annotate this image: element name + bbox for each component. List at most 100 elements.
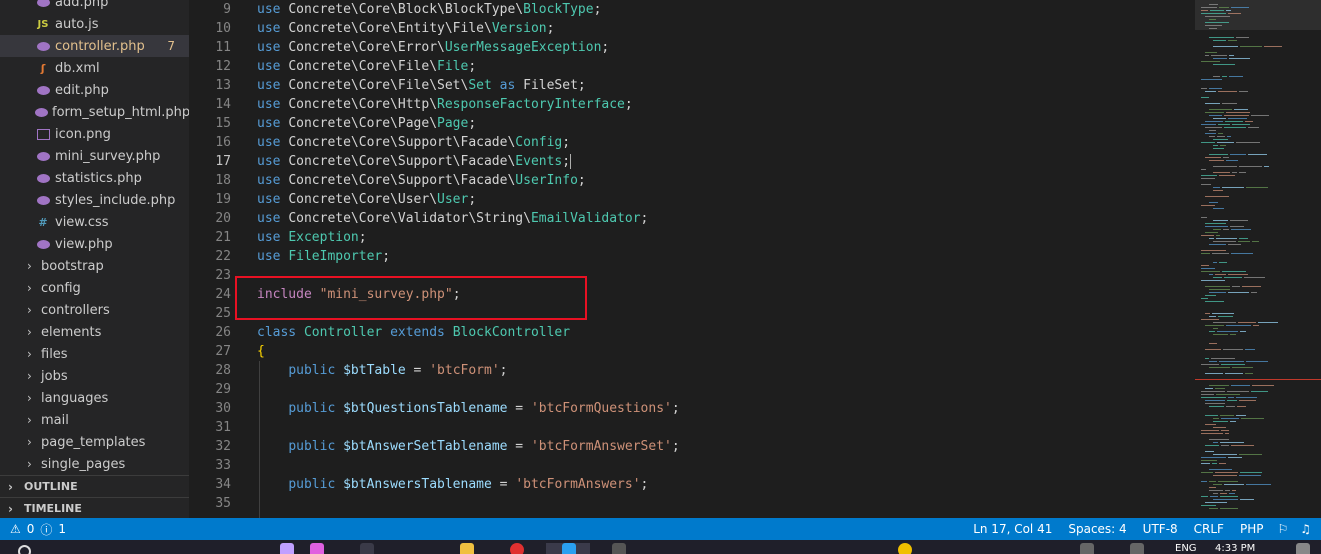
code-line[interactable]: use FileImporter;: [257, 247, 680, 266]
folder-item[interactable]: › page_templates: [0, 431, 189, 453]
folder-item[interactable]: › files: [0, 343, 189, 365]
code-line[interactable]: use Concrete\Core\Support\Facade\Config;: [257, 133, 680, 152]
code-line[interactable]: use Concrete\Core\Entity\File\Version;: [257, 19, 680, 38]
code-line[interactable]: use Concrete\Core\File\Set\Set as FileSe…: [257, 76, 680, 95]
file-name: add.php: [55, 0, 109, 10]
code-line[interactable]: public $btQuestionsTablename = 'btcFormQ…: [257, 399, 679, 418]
input-language[interactable]: ENG: [1175, 543, 1197, 554]
code-line[interactable]: use Concrete\Core\Support\Facade\Events;: [257, 152, 680, 171]
clock[interactable]: 4:33 PM: [1215, 543, 1255, 554]
timeline-panel-header[interactable]: › TIMELINE: [0, 497, 189, 519]
folder-item[interactable]: › jobs: [0, 365, 189, 387]
end-of-line[interactable]: CRLF: [1194, 522, 1224, 536]
minimap-line: [1201, 298, 1208, 299]
file-item[interactable]: controller.php 7: [0, 35, 189, 57]
file-item[interactable]: add.php: [0, 0, 189, 13]
minimap-line: [1209, 130, 1216, 131]
notification-icon[interactable]: [1296, 543, 1310, 554]
minimap-line: [1209, 244, 1226, 245]
code-line[interactable]: public $btAnswersTablename = 'btcFormAns…: [257, 475, 680, 494]
folder-item[interactable]: › languages: [0, 387, 189, 409]
language-mode[interactable]: PHP: [1240, 522, 1264, 536]
minimap-line: [1212, 253, 1229, 254]
minimap-line: [1205, 121, 1223, 122]
code-line[interactable]: [257, 494, 680, 513]
code-line[interactable]: use Exception;: [257, 228, 680, 247]
code-line[interactable]: use Concrete\Core\Error\UserMessageExcep…: [257, 38, 680, 57]
folder-item[interactable]: › elements: [0, 321, 189, 343]
folder-item[interactable]: › single_pages: [0, 453, 189, 475]
minimap-line: [1246, 484, 1271, 485]
cursor-position[interactable]: Ln 17, Col 41: [973, 522, 1052, 536]
code-line[interactable]: use Concrete\Core\Support\Facade\UserInf…: [257, 171, 680, 190]
code-line[interactable]: public $btAnswerSetTablename = 'btcFormA…: [257, 437, 679, 456]
outline-panel-header[interactable]: › OUTLINE: [0, 475, 189, 497]
minimap-line: [1264, 46, 1282, 47]
code-line[interactable]: public $btTable = 'btcForm';: [257, 361, 680, 380]
minimap[interactable]: [1195, 0, 1321, 518]
code-line[interactable]: [257, 456, 680, 475]
code-editor[interactable]: 9 10 11 12 13 14 15 16 17 18 19 20 21 22 23 24 25 26 27 28 2…: [189, 0, 1195, 518]
minimap-line: [1224, 277, 1242, 278]
line-number: 22: [215, 249, 231, 264]
code-lines[interactable]: use Concrete\Core\Block\BlockType\BlockT…: [257, 0, 680, 513]
minimap-line: [1228, 13, 1241, 14]
code-line[interactable]: [257, 418, 680, 437]
minimap-line: [1238, 322, 1256, 323]
app-icon[interactable]: [310, 543, 324, 554]
file-item[interactable]: view.php: [0, 233, 189, 255]
file-item[interactable]: edit.php: [0, 79, 189, 101]
line-number: 29: [215, 382, 231, 397]
app-icon[interactable]: [612, 543, 626, 554]
folder-icon[interactable]: [460, 543, 474, 554]
feedback-icon[interactable]: ⚐: [1277, 522, 1288, 536]
code-line[interactable]: use Concrete\Core\Http\ResponseFactoryIn…: [257, 95, 680, 114]
code-line[interactable]: {: [257, 342, 680, 361]
app-icon[interactable]: [898, 543, 912, 554]
code-line[interactable]: use Concrete\Core\Block\BlockType\BlockT…: [257, 0, 680, 19]
info-icon[interactable]: ⓘ: [40, 521, 52, 538]
folder-item[interactable]: › bootstrap: [0, 255, 189, 277]
minimap-line: [1230, 220, 1248, 221]
file-item[interactable]: statistics.php: [0, 167, 189, 189]
minimap-line: [1251, 292, 1257, 293]
minimap-line: [1224, 127, 1246, 128]
php-file-icon: [35, 107, 48, 117]
minimap-line: [1205, 451, 1214, 452]
file-item[interactable]: icon.png: [0, 123, 189, 145]
code-line[interactable]: class Controller extends BlockController: [257, 323, 680, 342]
code-line[interactable]: use Concrete\Core\Page\Page;: [257, 114, 680, 133]
search-icon[interactable]: [18, 545, 31, 554]
file-item[interactable]: mini_survey.php: [0, 145, 189, 167]
file-item[interactable]: ʃ db.xml: [0, 57, 189, 79]
minimap-line: [1229, 58, 1250, 59]
bell-icon[interactable]: ♫: [1300, 522, 1311, 536]
code-line[interactable]: use Concrete\Core\File\File;: [257, 57, 680, 76]
tray-icon[interactable]: [1130, 543, 1144, 554]
php-file-icon: [35, 173, 51, 183]
folder-item[interactable]: › controllers: [0, 299, 189, 321]
vscode-icon[interactable]: [562, 543, 576, 554]
app-icon[interactable]: [360, 543, 374, 554]
indentation[interactable]: Spaces: 4: [1068, 522, 1126, 536]
code-line[interactable]: use Concrete\Core\Validator\String\Email…: [257, 209, 680, 228]
code-line[interactable]: use Concrete\Core\User\User;: [257, 190, 680, 209]
file-item[interactable]: form_setup_html.php: [0, 101, 190, 123]
file-encoding[interactable]: UTF-8: [1143, 522, 1178, 536]
folder-item[interactable]: › mail: [0, 409, 189, 431]
app-icon[interactable]: [280, 543, 294, 554]
php-file-icon: [35, 195, 51, 205]
minimap-line: [1213, 421, 1228, 422]
folder-item[interactable]: › config: [0, 277, 189, 299]
file-item[interactable]: # view.css: [0, 211, 189, 233]
warning-icon[interactable]: ⚠: [10, 522, 21, 536]
tray-icon[interactable]: [1080, 543, 1094, 554]
file-name: auto.js: [55, 16, 99, 32]
file-item[interactable]: JS auto.js: [0, 13, 189, 35]
file-item[interactable]: styles_include.php: [0, 189, 189, 211]
browser-icon[interactable]: [510, 543, 524, 554]
error-count[interactable]: 0: [27, 522, 35, 536]
warning-count[interactable]: 1: [58, 522, 66, 536]
code-line[interactable]: [257, 380, 680, 399]
minimap-line: [1241, 418, 1264, 419]
